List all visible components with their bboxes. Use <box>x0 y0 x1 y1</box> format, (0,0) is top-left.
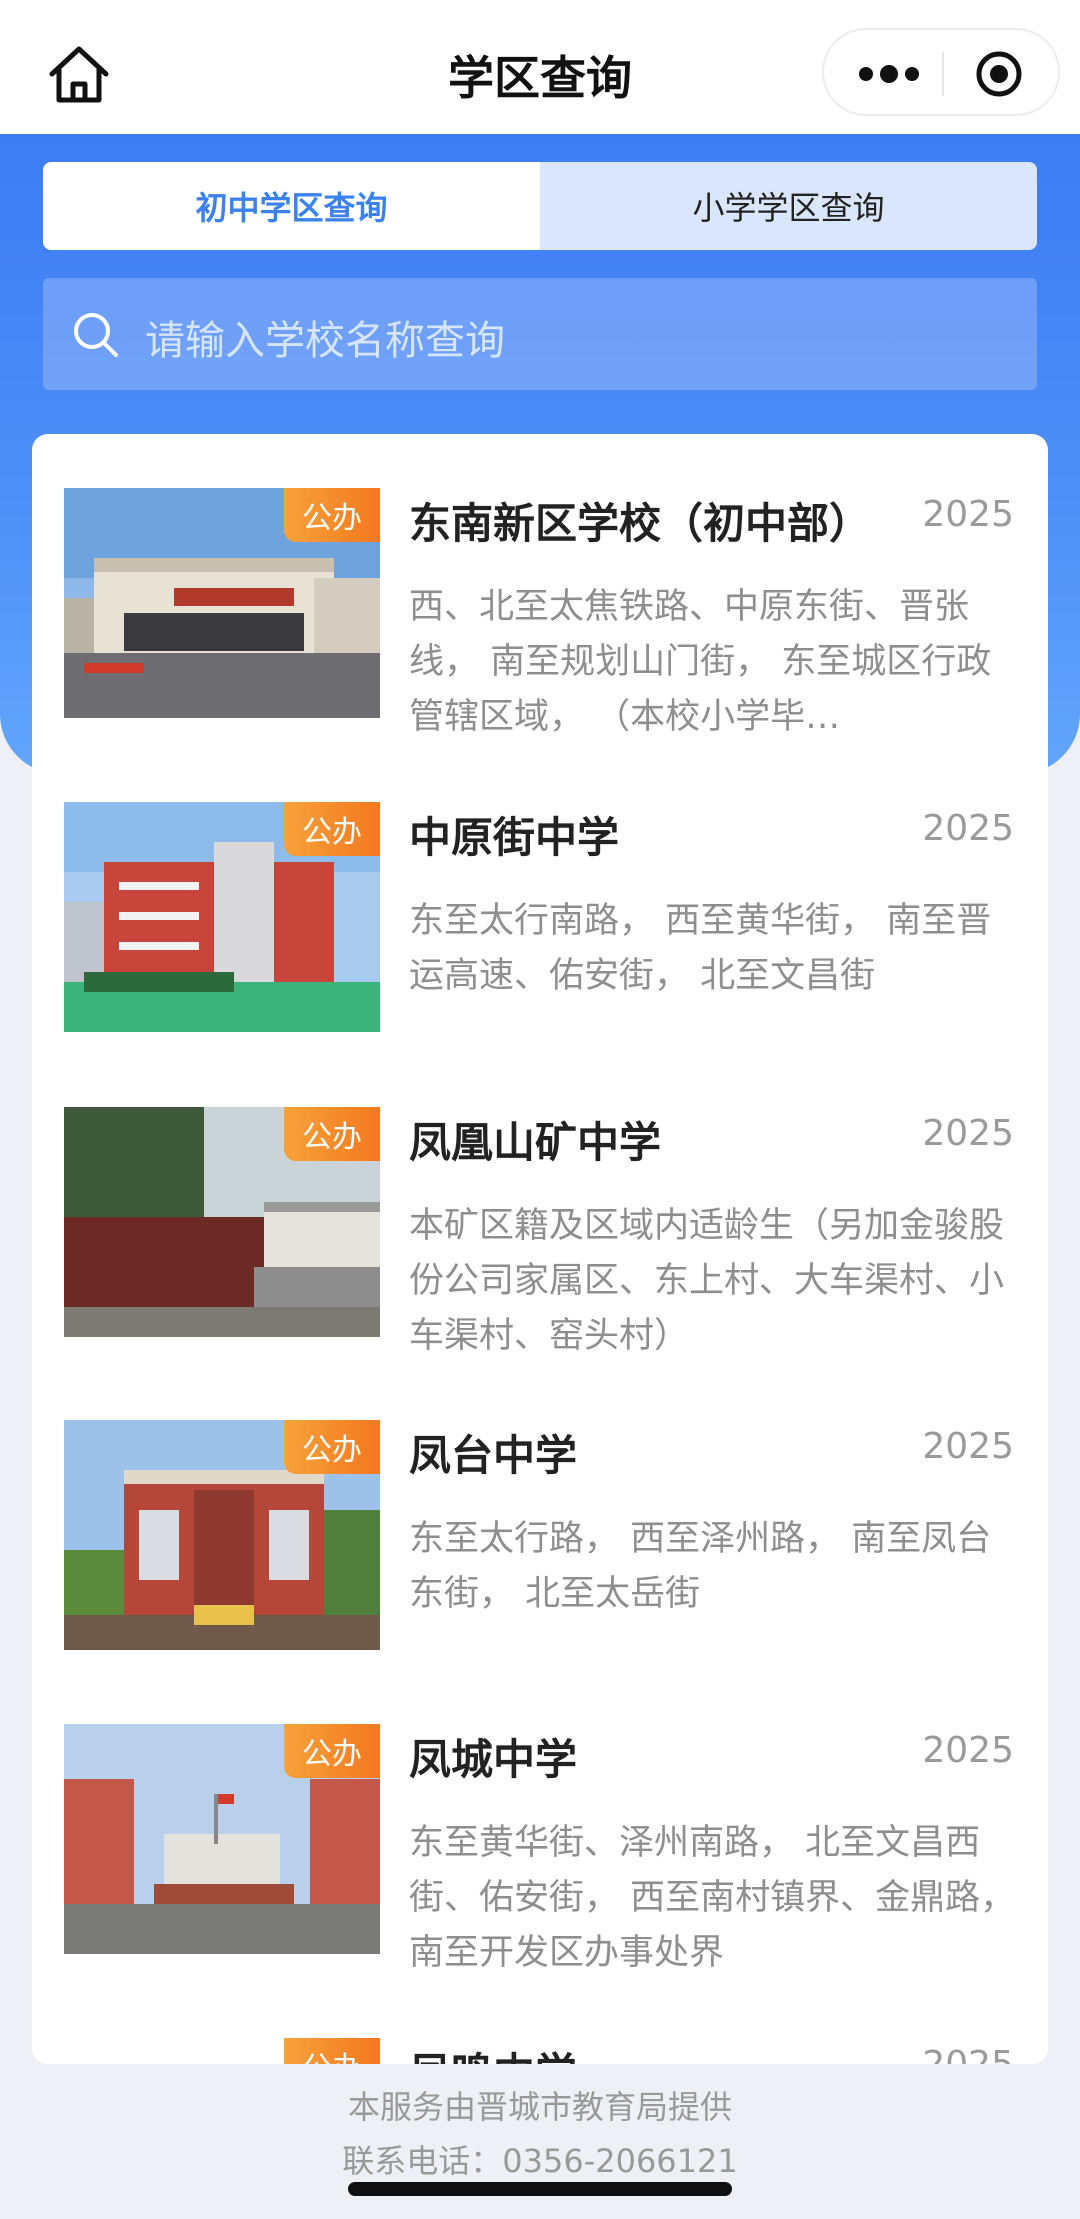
school-photo: 公办 <box>64 488 380 718</box>
search-placeholder: 请输入学校名称查询 <box>145 318 505 364</box>
contact-phone[interactable]: 联系电话：0356-2066121 <box>0 2136 1080 2182</box>
top-navigation-bar: 学区查询 <box>0 0 1080 134</box>
school-photo: 公办 <box>64 1420 380 1650</box>
school-photo: 公办 <box>64 1724 380 1954</box>
public-school-badge: 公办 <box>284 1420 380 1474</box>
home-indicator <box>348 2182 732 2196</box>
public-school-badge: 公办 <box>284 1724 380 1778</box>
school-photo: 公办 <box>64 802 380 1032</box>
school-district-description: 东至太行路， 西至泽州路， 南至凤台东街， 北至太岳街 <box>409 1519 992 1614</box>
school-year: 2025 <box>922 1426 1014 1467</box>
capsule-divider <box>942 52 944 96</box>
public-school-badge: 公办 <box>284 2038 380 2064</box>
school-photo: 公办 <box>64 2038 380 2064</box>
list-item[interactable]: 公办 中原街中学 2025 东至太行南路， 西至黄华街， 南至晋运高速、佑安街，… <box>32 802 1048 1032</box>
public-school-badge: 公办 <box>284 488 380 542</box>
school-district-description: 西、北至太焦铁路、中原东街、晋张线， 南至规划山门街， 东至城区行政管辖区域， … <box>409 587 992 737</box>
list-item[interactable]: 公办 凤城中学 2025 东至黄华街、泽州南路， 北至文昌西街、佑安街， 西至南… <box>32 1724 1048 1984</box>
school-district-description: 东至太行南路， 西至黄华街， 南至晋运高速、佑安街， 北至文昌街 <box>409 901 992 996</box>
mini-program-capsule <box>822 28 1060 116</box>
target-icon[interactable] <box>975 50 1023 98</box>
school-year: 2025 <box>922 2044 1014 2064</box>
school-level-tabs: 初中学区查询 小学学区查询 <box>43 162 1037 250</box>
school-photo: 公办 <box>64 1107 380 1337</box>
public-school-badge: 公办 <box>284 802 380 856</box>
tab-primary[interactable]: 小学学区查询 <box>540 162 1037 250</box>
provider-text: 本服务由晋城市教育局提供 <box>347 2088 732 2126</box>
school-name: 凤凰山矿中学 <box>409 1118 662 1167</box>
list-item[interactable]: 公办 凤台中学 2025 东至太行路， 西至泽州路， 南至凤台东街， 北至太岳街 <box>32 1420 1048 1650</box>
school-name: 凤台中学 <box>409 1431 578 1480</box>
school-name: 中原街中学 <box>409 813 620 862</box>
list-item[interactable]: 公办 凤凰山矿中学 2025 本矿区籍及区域内适龄生（另加金骏股份公司家属区、东… <box>32 1107 1048 1367</box>
more-dots-icon[interactable] <box>854 54 924 94</box>
search-icon <box>71 310 121 360</box>
school-list: 公办 东南新区学校（初中部） 2025 西、北至太焦铁路、中原东街、晋张线， 南… <box>32 434 1048 2064</box>
public-school-badge: 公办 <box>284 1107 380 1161</box>
school-district-description: 东至黄华街、泽州南路， 北至文昌西街、佑安街， 西至南村镇界、金鼎路， 南至开发… <box>409 1823 1016 1973</box>
school-name: 东南新区学校（初中部） <box>409 499 872 548</box>
tab-junior-high[interactable]: 初中学区查询 <box>43 162 540 250</box>
school-district-description: 本矿区籍及区域内适龄生（另加金骏股份公司家属区、东上村、大车渠村、小车渠村、窑头… <box>409 1206 1005 1356</box>
school-name: 凤鸣中学 <box>409 2040 577 2064</box>
school-year: 2025 <box>922 1730 1014 1771</box>
search-input[interactable]: 请输入学校名称查询 <box>43 278 1037 390</box>
school-year: 2025 <box>922 1113 1014 1154</box>
list-item[interactable]: 公办 凤鸣中学 2025 <box>32 2038 1048 2064</box>
school-year: 2025 <box>922 494 1014 535</box>
school-name: 凤城中学 <box>409 1735 578 1784</box>
list-item[interactable]: 公办 东南新区学校（初中部） 2025 西、北至太焦铁路、中原东街、晋张线， 南… <box>32 488 1048 748</box>
school-year: 2025 <box>922 808 1014 849</box>
